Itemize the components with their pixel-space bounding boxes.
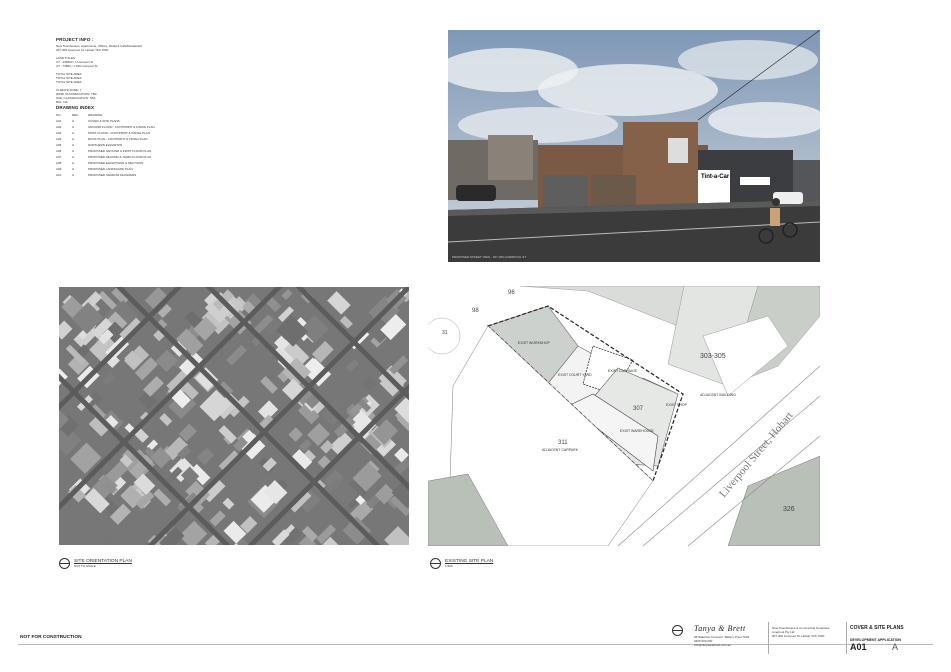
drawing-index-row: A09 A PROPOSED LANDSCAPE PLAN	[56, 167, 206, 171]
site-orientation-title-marker	[59, 558, 70, 569]
site-orientation-scale: NOT TO SCALE	[74, 564, 96, 568]
drawing-index-row: A06 A PROPOSED GROUND & FIRST FLOOR PLAN	[56, 149, 206, 153]
firm-lines: 38 Waterloo Crescent, Battery Point 7004…	[694, 635, 749, 647]
sheet-no: A01	[850, 642, 867, 652]
drawing-index-row: A08 A PROPOSED ELEVATIONS & SECTIONS	[56, 161, 206, 165]
drawing-no: A06	[56, 149, 62, 153]
drawing-index-row: A04 A ROOF PLAN - FOOTPRINT & FINISH PLAN	[56, 137, 206, 141]
photo-caption: PROPOSED STREET VIEW - 307-309 LIVERPOOL…	[452, 255, 527, 259]
drawing-title: PROPOSED LANDSCAPE PLAN	[88, 167, 133, 171]
drawing-no: A03	[56, 131, 62, 135]
site-plan-svg: 96 98 303-305 307 311 326 31 EXIST WORKS…	[428, 286, 820, 546]
drawing-index-rows: A01 A COVER & SITE PLANS A02 A GROUND FLOOR -…	[56, 119, 206, 177]
label-lot-31: 31	[442, 330, 448, 336]
drawing-index-heading: DRAWING INDEX	[56, 105, 95, 110]
street-photo: Tint-a-Car PROPOSED STREET VIEW - 307-30…	[448, 30, 820, 262]
firm-signature: Tanya & Brett	[694, 624, 746, 633]
drawing-rev: A	[72, 149, 75, 153]
drawing-title: ROOF PLAN - FOOTPRINT & FINISH PLAN	[88, 137, 148, 141]
drawing-index: DRAWING INDEX NO. REV. DRAWING A01 A COVER…	[56, 105, 206, 179]
not-for-construction: NOT FOR CONSTRUCTION	[20, 635, 82, 640]
project-info-heading: PROJECT INFO :	[56, 37, 94, 42]
col-no: NO.	[56, 113, 62, 117]
label-lot-326: 326	[783, 506, 795, 513]
existing-site-scale: 1:500	[445, 564, 453, 568]
site-orientation-aerial	[59, 287, 409, 545]
drawing-title: PROPOSED SECOND & THIRD FLOOR PLAN	[88, 155, 152, 159]
label-lot-307: 307	[633, 406, 644, 412]
drawing-index-row: A05 A NORTHERN ELEVATION	[56, 143, 206, 147]
site-orientation-title: SITE ORIENTATION PLAN NOT TO SCALE	[59, 558, 132, 569]
drawing-index-header-row: NO. REV. DRAWING	[56, 113, 206, 117]
drawing-rev: A	[72, 155, 75, 159]
drawing-title: PROPOSED ELEVATIONS & SECTIONS	[88, 161, 144, 165]
existing-site-title-marker	[430, 558, 441, 569]
drawing-index-row: A02 A GROUND FLOOR - FOOTPRINT & FINISH PL…	[56, 125, 206, 129]
drawing-title: NORTHERN ELEVATION	[88, 143, 123, 147]
label-lot-98: 98	[472, 308, 479, 314]
drawing-no: A01	[56, 119, 62, 123]
existing-site-title: EXISTING SITE PLAN 1:500	[430, 558, 493, 569]
title-divider-1	[768, 622, 769, 654]
drawing-index-row: A07 A PROPOSED SECOND & THIRD FLOOR PLAN	[56, 155, 206, 159]
street-photo-svg: Tint-a-Car	[448, 30, 820, 262]
drawing-rev: A	[72, 173, 75, 177]
drawing-rev: A	[72, 131, 75, 135]
sheet-title: COVER & SITE PLANS	[850, 625, 904, 631]
label-adj-car: ADJACENT CARPARK	[542, 448, 579, 452]
label-carriage: EXIST CARRIAGE	[608, 369, 638, 373]
project-lines: New Townhouses & Commercial Tenancies Liv…	[772, 626, 829, 638]
label-lot-96: 96	[508, 290, 515, 296]
drawing-title: COVER & SITE PLANS	[88, 119, 120, 123]
drawing-no: A09	[56, 167, 62, 171]
north-marker	[672, 625, 683, 636]
firm_lines-line: info@tanyaandbrett.com.au	[694, 643, 731, 647]
drawing-no: A07	[56, 155, 62, 159]
drawing-title: PROPOSED GROUND & FIRST FLOOR PLAN	[88, 149, 152, 153]
col-drawing: DRAWING	[88, 113, 103, 117]
drawing-index-row: A03 A FIRST FLOOR - FOOTPRINT & FINISH PLA…	[56, 131, 206, 135]
rev: A	[892, 642, 899, 652]
drawing-rev: A	[72, 137, 75, 141]
label-lot-303-305: 303-305	[700, 353, 726, 360]
label-warehouse: EXIST WAREHOUSE	[620, 429, 655, 433]
project_lines-line: 307-309 Liverpool St, Hobart TAS 7000	[772, 634, 825, 638]
label-courtyard: EXIST COURT YARD	[558, 373, 592, 377]
label-adj-building: ADJACENT BUILDING	[700, 393, 736, 397]
drawing-rev: A	[72, 125, 75, 129]
drawing-index-row: A10 A PROPOSED SHADOW DIAGRAMS	[56, 173, 206, 177]
drawing-rev: A	[72, 161, 75, 165]
drawing-no: A02	[56, 125, 62, 129]
title-divider-2	[846, 622, 847, 654]
drawing-rev: A	[72, 143, 75, 147]
col-rev: REV.	[72, 113, 79, 117]
drawing-rev: A	[72, 119, 75, 123]
existing-site-plan: 96 98 303-305 307 311 326 31 EXIST WORKS…	[428, 286, 820, 546]
drawing-no: A05	[56, 143, 62, 147]
aerial-svg	[59, 287, 409, 545]
label-lot-311: 311	[558, 440, 568, 446]
project-info-lines: New Townhouses, Apartments, Offices, Ret…	[56, 44, 206, 104]
title-block: Tanya & Brett 38 Waterloo Crescent, Batt…	[668, 620, 934, 654]
project-info-line: BAL: NA	[56, 100, 68, 104]
drawing-index-row: A01 A COVER & SITE PLANS	[56, 119, 206, 123]
shop-sign: Tint-a-Car	[701, 174, 730, 180]
project-info: PROJECT INFO : New Townhouses, Apartment…	[56, 37, 206, 104]
drawing-no: A08	[56, 161, 62, 165]
label-workshop: EXIST WORKSHOP	[518, 341, 550, 345]
drawing-title: PROPOSED SHADOW DIAGRAMS	[88, 173, 137, 177]
drawing-no: A10	[56, 173, 62, 177]
drawing-title: GROUND FLOOR - FOOTPRINT & FINISH PLAN	[88, 125, 155, 129]
drawing-no: A04	[56, 137, 62, 141]
drawing-rev: A	[72, 167, 75, 171]
label-shop: EXIST SHOP	[666, 403, 688, 407]
drawing-title: FIRST FLOOR - FOOTPRINT & FINISH PLAN	[88, 131, 150, 135]
